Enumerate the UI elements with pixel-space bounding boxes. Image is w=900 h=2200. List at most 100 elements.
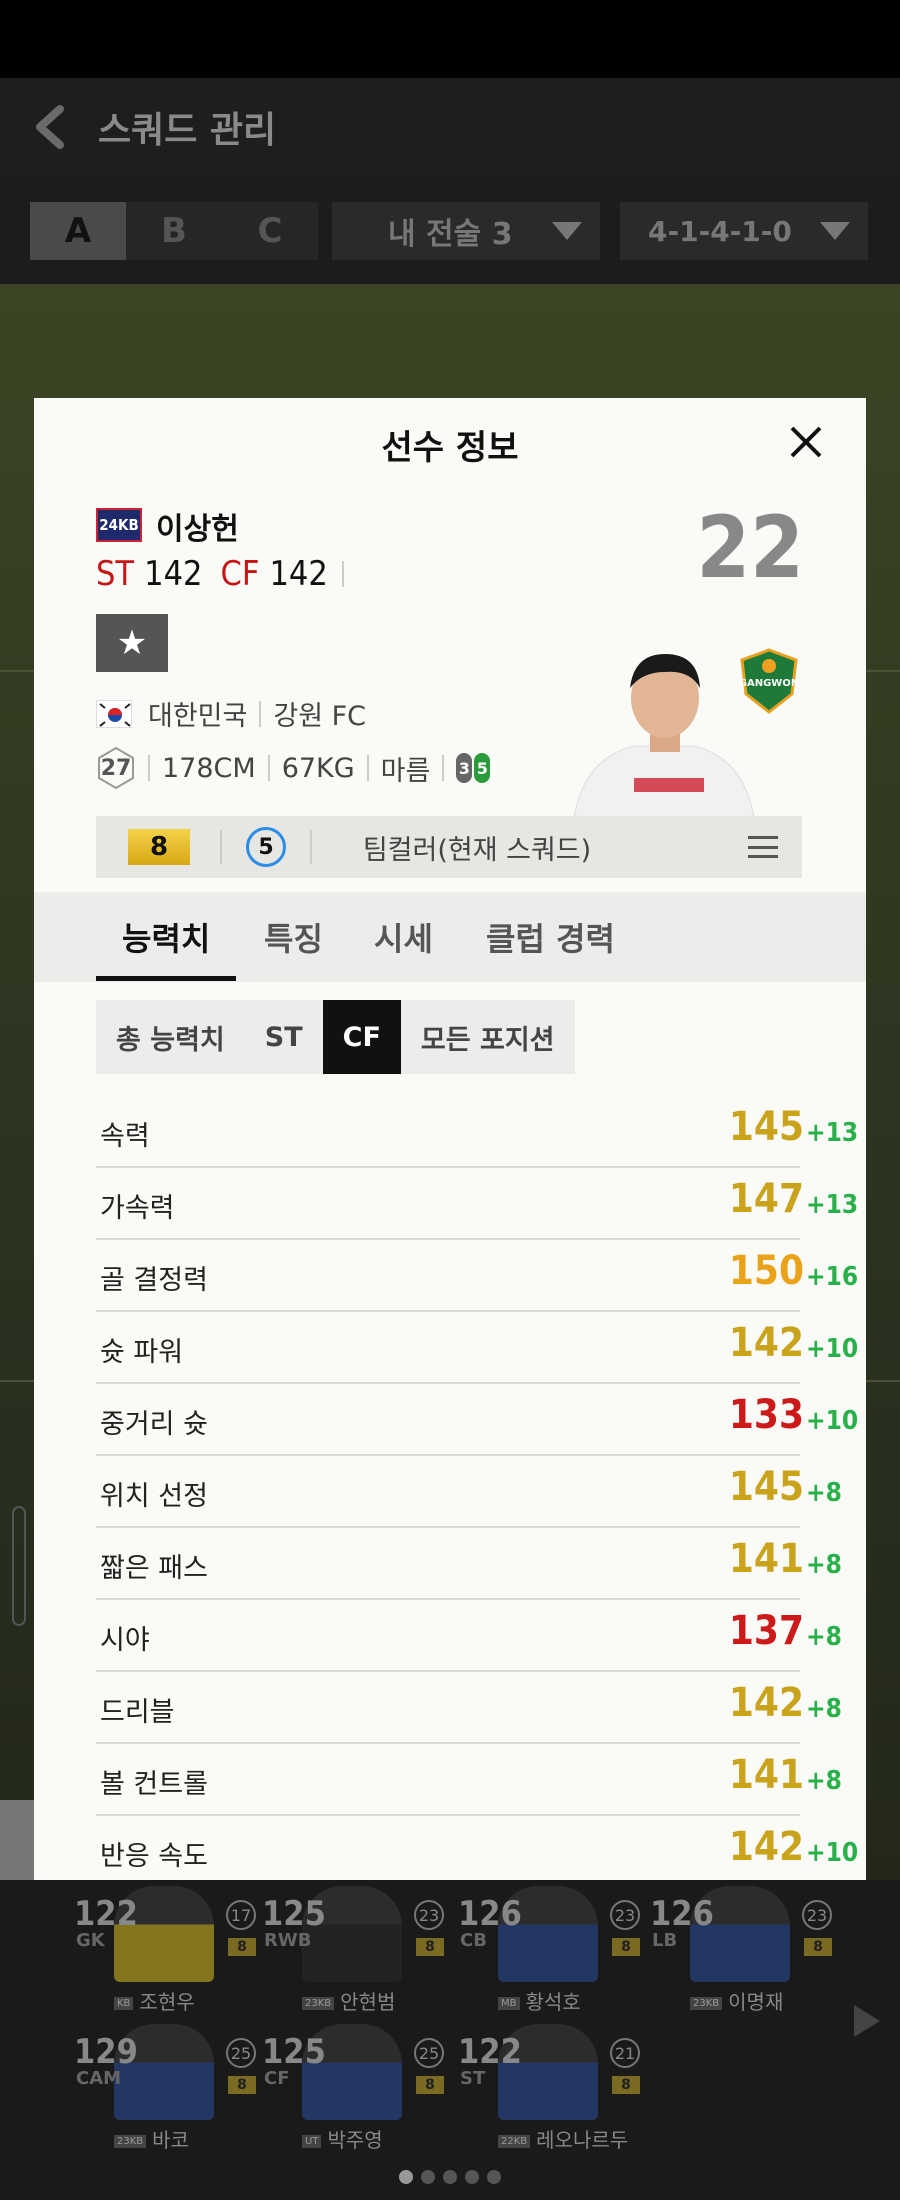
stat-bonus: +10 (806, 1406, 859, 1436)
squad-tab-b[interactable]: B (126, 202, 222, 260)
physical-info-line: 27 178CM 67KG 마름 3 5 (96, 746, 491, 790)
page-dot[interactable] (443, 2170, 457, 2184)
nationality: 대한민국 (148, 701, 248, 732)
favorite-star-button[interactable]: ★ (96, 614, 168, 672)
subtab-total[interactable]: 총 능력치 (96, 1000, 245, 1074)
season-badge: UT (302, 2135, 322, 2148)
stat-row: 골 결정력 150 +16 (96, 1240, 858, 1312)
position-ratings: ST 142 CF 142 (96, 554, 344, 594)
tactic-label: 내 전술 3 (388, 217, 513, 252)
page-dot[interactable] (465, 2170, 479, 2184)
page-indicator (0, 2170, 900, 2184)
strong-foot-pill: 5 (474, 753, 491, 783)
back-number: 22 (696, 498, 804, 598)
tab-price[interactable]: 시세 (374, 892, 433, 982)
weight: 67KG (281, 752, 355, 784)
height: 178CM (162, 752, 256, 784)
bench-player-card[interactable]: 125 CF 25 8 UT 박주영 (262, 2024, 452, 2154)
tab-stats[interactable]: 능력치 (122, 892, 210, 982)
player-position: CF (264, 2068, 290, 2089)
player-ovr: 126 (458, 1894, 522, 1934)
stat-value: 145 (728, 1104, 804, 1150)
stat-row: 중거리 슛 133 +10 (96, 1384, 858, 1456)
bench-player-card[interactable]: 125 RWB 23 8 23KB 안현범 (262, 1886, 452, 2016)
next-page-arrow-icon[interactable] (854, 2005, 880, 2037)
filter-bar: A B C 내 전술 3 4-1-4-1-0 (0, 176, 900, 284)
bench-player-card[interactable]: 122 GK 17 8 KB 조현우 (74, 1886, 264, 2016)
divider (267, 755, 270, 781)
stat-row: 슛 파워 142 +10 (96, 1312, 858, 1384)
stat-bonus: +8 (806, 1478, 842, 1508)
season-badge: 23KB (114, 2135, 147, 2148)
active-tab-indicator (96, 976, 236, 981)
enhance-level-badge: 8 (128, 829, 190, 865)
squad-tab-c[interactable]: C (222, 202, 318, 260)
player-ovr: 129 (74, 2032, 138, 2072)
player-name-text: 바코 (152, 2128, 189, 2152)
subtab-st[interactable]: ST (245, 1000, 323, 1074)
formation-dropdown[interactable]: 4-1-4-1-0 (620, 202, 868, 260)
player-level: 23 (414, 1900, 444, 1930)
divider (341, 561, 344, 587)
stat-value: 142 (728, 1824, 804, 1870)
stat-bonus: +16 (806, 1262, 859, 1292)
page-dot[interactable] (487, 2170, 501, 2184)
tab-traits[interactable]: 특징 (264, 892, 323, 982)
stat-label: 시야 (100, 1625, 150, 1656)
side-scroll-handle[interactable] (12, 1506, 26, 1626)
stat-label: 속력 (100, 1121, 150, 1152)
player-ovr: 126 (650, 1894, 714, 1934)
player-ovr: 125 (262, 1894, 326, 1934)
player-level: 25 (414, 2038, 444, 2068)
divider (442, 755, 445, 781)
bench-player-card[interactable]: 129 CAM 25 8 23KB 바코 (74, 2024, 264, 2154)
korea-flag-icon (96, 700, 132, 728)
menu-icon[interactable] (748, 836, 778, 858)
player-name: UT 박주영 (302, 2124, 383, 2153)
side-strip (0, 1800, 34, 1880)
position-label: CF (220, 554, 260, 594)
back-arrow-icon[interactable] (28, 105, 72, 149)
stat-label: 반응 속도 (100, 1841, 208, 1872)
nation-club-line: 대한민국 강원 FC (148, 694, 366, 733)
page-dot[interactable] (421, 2170, 435, 2184)
stat-value: 133 (728, 1392, 804, 1438)
player-enhance: 8 (228, 1938, 256, 1956)
player-name: 이상헌 (156, 512, 239, 547)
team-color-label[interactable]: 팀컬러(현재 스쿼드) (312, 828, 642, 867)
top-bar: 스쿼드 관리 (0, 78, 900, 176)
close-icon[interactable] (784, 420, 828, 464)
stat-label: 슛 파워 (100, 1337, 184, 1368)
player-level: 23 (802, 1900, 832, 1930)
stat-label: 위치 선정 (100, 1481, 208, 1512)
player-name: 23KB 이명재 (690, 1986, 783, 2015)
player-level: 25 (226, 2038, 256, 2068)
player-enhance: 8 (228, 2076, 256, 2094)
subtab-cf[interactable]: CF (322, 1000, 401, 1074)
stat-row: 시야 137 +8 (96, 1600, 842, 1672)
page-dot[interactable] (399, 2170, 413, 2184)
stat-row: 볼 컨트롤 141 +8 (96, 1744, 842, 1816)
tab-club-history[interactable]: 클럽 경력 (486, 892, 615, 982)
tactic-dropdown[interactable]: 내 전술 3 (332, 202, 600, 260)
stat-value: 142 (728, 1320, 804, 1366)
club-name: 강원 FC (273, 701, 367, 732)
bench-player-card[interactable]: 126 LB 23 8 23KB 이명재 (650, 1886, 840, 2016)
stat-value: 137 (728, 1608, 804, 1654)
modal-title: 선수 정보 (381, 428, 519, 468)
stat-value: 145 (728, 1464, 804, 1510)
player-enhance: 8 (416, 2076, 444, 2094)
player-position: CAM (76, 2068, 122, 2089)
subtab-all-positions[interactable]: 모든 포지션 (401, 1000, 575, 1074)
bench-player-card[interactable]: 122 ST 21 8 22KB 레오나르두 (458, 2024, 648, 2154)
player-position: RWB (264, 1930, 312, 1951)
bench-player-card[interactable]: 126 CB 23 8 MB 황석호 (458, 1886, 648, 2016)
stat-label: 골 결정력 (100, 1265, 208, 1296)
app-root: 스쿼드 관리 A B C 내 전술 3 4-1-4-1-0 122 GK 17 8 KB… (0, 0, 900, 2200)
player-info-modal: 선수 정보 24KB 이상헌 ST 142 CF 142 22 ★ GANGWO… (34, 398, 866, 1880)
divider (259, 700, 262, 727)
player-ovr: 122 (74, 1894, 138, 1934)
squad-tab-a[interactable]: A (30, 202, 126, 260)
position-subtabs: 총 능력치 ST CF 모든 포지션 (96, 1000, 575, 1074)
position-ovr: 142 (144, 554, 203, 594)
